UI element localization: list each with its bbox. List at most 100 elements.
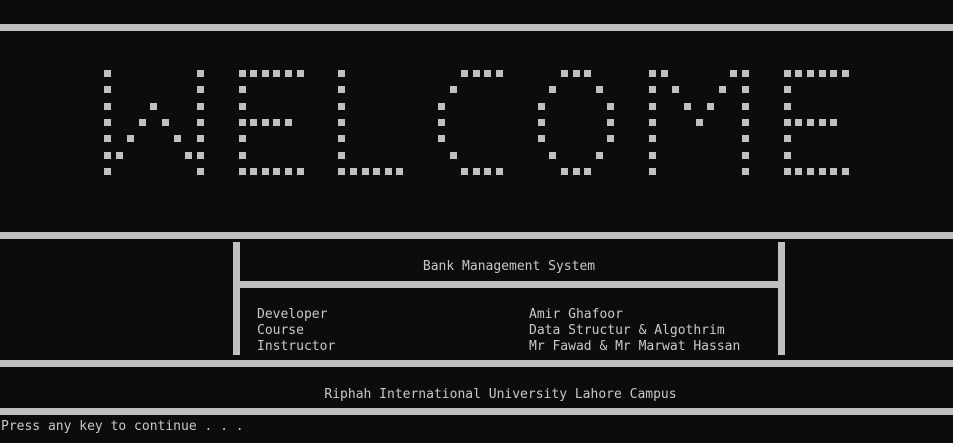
banner-dot [484, 70, 491, 77]
banner-dot [596, 152, 603, 159]
banner-dot [730, 70, 737, 77]
banner-dot [573, 168, 580, 175]
banner-dot [819, 119, 826, 126]
banner-dot [197, 103, 204, 110]
banner-dot [273, 70, 280, 77]
banner-dot [819, 70, 826, 77]
banner-dot [584, 70, 591, 77]
banner-dot [596, 86, 603, 93]
banner-dot [174, 135, 181, 142]
banner-dot [538, 119, 545, 126]
banner-dot [696, 119, 703, 126]
banner-dot [116, 152, 123, 159]
banner-dot [239, 119, 246, 126]
banner-dot [830, 119, 837, 126]
banner-dot [649, 70, 656, 77]
info-bottom-divider [0, 360, 953, 367]
banner-dot [742, 119, 749, 126]
banner-dot [549, 152, 556, 159]
banner-dot [672, 86, 679, 93]
banner-dot [338, 86, 345, 93]
banner-dot [362, 168, 369, 175]
banner-dot [784, 152, 791, 159]
box-left-border [233, 242, 240, 355]
course-value: Data Structur & Algothrim [529, 323, 725, 338]
banner-dot [795, 168, 802, 175]
banner-dot [150, 103, 157, 110]
banner-dot [273, 119, 280, 126]
banner-dot [104, 135, 111, 142]
banner-dot [819, 168, 826, 175]
banner-dot [197, 86, 204, 93]
banner-dot [649, 86, 656, 93]
banner-dot [239, 103, 246, 110]
banner-dot [473, 168, 480, 175]
banner-dot [607, 119, 614, 126]
banner-dot [461, 168, 468, 175]
banner-dot [807, 70, 814, 77]
console-window: Bank Management System Developer Amir Gh… [0, 0, 953, 443]
banner-dot [473, 70, 480, 77]
banner-dot [549, 86, 556, 93]
instructor-value: Mr Fawad & Mr Marwat Hassan [529, 339, 741, 354]
banner-dot [649, 168, 656, 175]
banner-dot [607, 135, 614, 142]
banner-dot [649, 152, 656, 159]
banner-dot [127, 135, 134, 142]
banner-dot [239, 86, 246, 93]
banner-dot [350, 168, 357, 175]
banner-dot [784, 168, 791, 175]
banner-dot [450, 86, 457, 93]
instructor-label: Instructor [257, 339, 336, 354]
banner-dot [197, 70, 204, 77]
banner-dot [104, 70, 111, 77]
footer-bottom-divider [0, 408, 953, 415]
banner-dot [842, 168, 849, 175]
continue-prompt[interactable]: Press any key to continue . . . [1, 419, 244, 435]
banner-dot [285, 168, 292, 175]
banner-dot [795, 70, 802, 77]
banner-dot [842, 70, 849, 77]
banner-dot [185, 152, 192, 159]
university-name: Riphah International University Lahore C… [324, 387, 677, 402]
banner-dot [742, 168, 749, 175]
banner-dot [104, 152, 111, 159]
banner-dot [438, 103, 445, 110]
banner-dot [297, 70, 304, 77]
banner-dot [684, 103, 691, 110]
developer-label: Developer [257, 307, 328, 322]
banner-dot [784, 86, 791, 93]
banner-dot [784, 103, 791, 110]
box-title-divider [240, 281, 778, 288]
banner-dot [742, 152, 749, 159]
banner-dot [250, 70, 257, 77]
banner-dot [649, 103, 656, 110]
banner-dot [239, 152, 246, 159]
banner-dot [197, 119, 204, 126]
banner-dot [584, 168, 591, 175]
banner-dot [438, 119, 445, 126]
banner-dot [649, 135, 656, 142]
banner-dot [373, 168, 380, 175]
banner-dot [450, 152, 457, 159]
banner-dot [197, 135, 204, 142]
banner-dot [338, 103, 345, 110]
banner-dot [396, 168, 403, 175]
banner-dot [784, 70, 791, 77]
banner-dot [561, 168, 568, 175]
banner-dot [719, 86, 726, 93]
banner-dot [438, 135, 445, 142]
banner-dot [784, 135, 791, 142]
banner-dot [461, 70, 468, 77]
banner-dot [262, 70, 269, 77]
banner-dot [573, 70, 580, 77]
top-divider [0, 24, 953, 31]
banner-dot [795, 119, 802, 126]
banner-dot [285, 119, 292, 126]
banner-dot [338, 70, 345, 77]
banner-dot [239, 70, 246, 77]
banner-dot [250, 119, 257, 126]
box-right-border [778, 242, 785, 355]
banner-dot [830, 70, 837, 77]
banner-dot [250, 168, 257, 175]
